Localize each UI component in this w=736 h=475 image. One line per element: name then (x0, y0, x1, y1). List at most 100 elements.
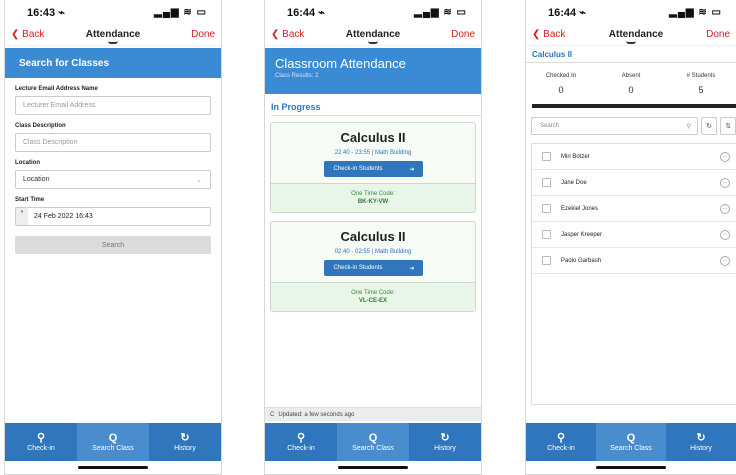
more-icon[interactable]: ··· (720, 151, 730, 162)
updated-text: Updated: a few seconds ago (278, 411, 355, 418)
status-bar: 16:43 ⌁ ▂▄▆ ≋ ▭ (5, 0, 221, 24)
status-time: 16:44 ⌁ (548, 6, 586, 19)
stat-label: Checked In (545, 73, 577, 79)
done-button[interactable]: Done (690, 29, 730, 40)
nav-bar: ❮ Back Attendance Done (5, 24, 221, 46)
tab-label: Check-in (27, 445, 55, 452)
list-item[interactable]: Paolo Garbash ··· (532, 248, 736, 274)
tab-bar: ⚲ Check-in Q Search Class ↻ History (265, 423, 481, 461)
class-details: 02:40 - 02:55 | Math Building (334, 249, 412, 255)
tab-label: Check-in (547, 445, 575, 452)
checkbox[interactable] (542, 204, 551, 213)
checkbox[interactable] (542, 178, 551, 187)
tab-label: History (690, 445, 712, 452)
class-card: Calculus II 22:40 - 23:55 | Math Buildin… (270, 122, 476, 213)
more-icon[interactable]: ··· (720, 203, 730, 214)
one-time-code: One Time Code: BK-KY-VW (271, 183, 475, 212)
lecturer-email-input[interactable]: Lecturer Email Address (15, 96, 211, 115)
nav-title: Attendance (85, 29, 141, 40)
tab-label: Search Class (352, 445, 394, 452)
search-button[interactable]: Search (15, 236, 211, 254)
stat-value: 5 (698, 85, 704, 95)
location-pin-icon: ⚲ (296, 432, 306, 444)
history-icon: ↻ (180, 432, 190, 444)
field-label: Location (15, 160, 40, 166)
back-button[interactable]: ❮ Back (11, 29, 61, 40)
list-item[interactable]: Jasper Kreeper ··· (532, 222, 736, 248)
more-icon[interactable]: ··· (720, 177, 730, 188)
stat-absent: Absent 0 (596, 73, 666, 95)
list-item[interactable]: Ezekiel Jones ··· (532, 196, 736, 222)
more-icon[interactable]: ··· (720, 255, 730, 266)
phone-classroom-attendance: 16:44 ⌁ ▂▄▆ ≋ ▭ ❮ Back Attendance Done C… (264, 0, 482, 475)
phone-class-roster: 16:44 ⌁ ▂▄▆ ≋ ▭ ❮ Back Attendance Done C… (525, 0, 736, 475)
tab-check-in[interactable]: ⚲ Check-in (5, 423, 77, 461)
student-name: Jane Doe (561, 179, 587, 186)
search-placeholder: Search (540, 123, 560, 129)
check-in-students-button[interactable]: Check-in Students ➔ (323, 260, 423, 276)
search-row: Search ⚲ ↻ ⇅ (531, 117, 736, 135)
done-button[interactable]: Done (165, 29, 215, 40)
location-select[interactable]: Location ⌄ (15, 170, 211, 189)
location-value: Location (23, 176, 50, 183)
page-header: Classroom Attendance Class Results: 2 (265, 48, 481, 94)
start-time-input[interactable]: * 24 Feb 2022 16:43 (15, 207, 211, 226)
history-icon: ↻ (440, 432, 450, 444)
stat-students: # Students 5 (666, 73, 736, 95)
class-description-input[interactable]: Class Description (15, 133, 211, 152)
class-name: Calculus II (340, 229, 406, 244)
refresh-button[interactable]: ↻ (701, 117, 717, 135)
checkbox[interactable] (542, 230, 551, 239)
checkbox[interactable] (542, 152, 551, 161)
tab-history[interactable]: ↻ History (409, 423, 481, 461)
tab-search-class[interactable]: Q Search Class (77, 423, 149, 461)
stat-value: 0 (558, 85, 564, 95)
one-time-code: One Time Code: VL-CE-EX (271, 282, 475, 311)
tab-history[interactable]: ↻ History (666, 423, 736, 461)
list-item[interactable]: Jane Doe ··· (532, 170, 736, 196)
done-button[interactable]: Done (425, 29, 475, 40)
checkbox[interactable] (542, 256, 551, 265)
home-indicator (596, 466, 666, 469)
grip-icon (108, 41, 118, 44)
search-icon: Q (108, 432, 118, 444)
search-input[interactable]: Search ⚲ (531, 117, 698, 135)
results-count: Class Results: 2 (275, 73, 319, 79)
field-label: Class Description (15, 123, 66, 129)
status-time: 16:43 ⌁ (27, 6, 65, 19)
sort-icon: ⇅ (725, 123, 731, 130)
field-label: Start Time (15, 197, 45, 203)
student-list: Miri Botzer ··· Jane Doe ··· Ezekiel Jones… (531, 143, 736, 405)
back-label: Back (543, 29, 566, 40)
stat-label: Absent (621, 73, 641, 79)
check-in-students-button[interactable]: Check-in Students ➔ (323, 161, 423, 177)
class-card: Calculus II 02:40 - 02:55 | Math Buildin… (270, 221, 476, 312)
back-button[interactable]: ❮ Back (271, 29, 321, 40)
stat-value: 0 (628, 85, 634, 95)
tab-label: Check-in (287, 445, 315, 452)
tab-check-in[interactable]: ⚲ Check-in (526, 423, 596, 461)
start-time-value: 24 Feb 2022 16:43 (34, 213, 93, 220)
tab-search-class[interactable]: Q Search Class (337, 423, 409, 461)
arrow-right-icon: ➔ (409, 166, 415, 173)
tab-history[interactable]: ↻ History (149, 423, 221, 461)
stat-label: # Students (686, 73, 716, 79)
back-label: Back (22, 29, 45, 40)
history-icon: ↻ (696, 432, 706, 444)
grip-icon (626, 41, 636, 44)
tab-label: History (174, 445, 196, 452)
refresh-icon: C (270, 411, 275, 418)
button-label: Check-in Students (333, 166, 383, 172)
tab-bar: ⚲ Check-in Q Search Class ↻ History (5, 423, 221, 461)
field-label: Lecture Email Address Name (15, 86, 98, 92)
search-icon: Q (368, 432, 378, 444)
tab-check-in[interactable]: ⚲ Check-in (265, 423, 337, 461)
tab-search-class[interactable]: Q Search Class (596, 423, 666, 461)
status-icons: ▂▄▆ ≋ ▭ (414, 6, 467, 18)
back-button[interactable]: ❮ Back (532, 29, 582, 40)
location-pin-icon: ⚲ (36, 432, 46, 444)
sort-button[interactable]: ⇅ (720, 117, 736, 135)
list-item[interactable]: Miri Botzer ··· (532, 144, 736, 170)
tab-label: Search Class (92, 445, 134, 452)
more-icon[interactable]: ··· (720, 229, 730, 240)
